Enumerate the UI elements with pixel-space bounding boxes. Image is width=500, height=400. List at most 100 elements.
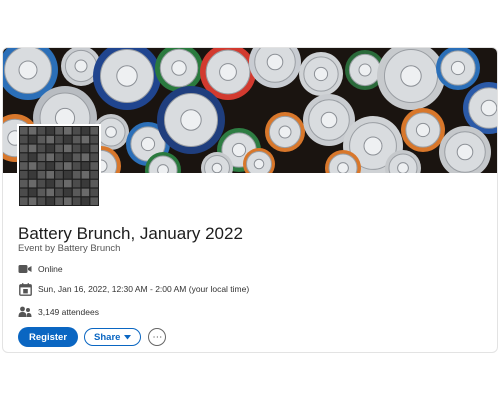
attendee-tile xyxy=(37,162,46,170)
attendee-tile xyxy=(28,144,37,153)
attendee-tile xyxy=(72,127,81,135)
attendee-tile xyxy=(81,171,90,179)
attendee-tile xyxy=(64,171,72,179)
attendee-tile xyxy=(55,162,63,170)
event-card: Battery Brunch, January 2022 Event by Ba… xyxy=(2,47,498,353)
attendee-tile xyxy=(28,179,37,188)
attendee-tile xyxy=(20,197,28,205)
attendee-tile xyxy=(72,179,81,188)
battery-cell-20 xyxy=(401,108,445,152)
attendee-tile xyxy=(55,153,63,161)
event-attendees[interactable]: 3,149 attendees xyxy=(38,307,99,317)
attendee-tile xyxy=(37,144,46,153)
attendee-tile xyxy=(55,197,63,205)
attendee-tile xyxy=(28,188,37,197)
calendar-icon xyxy=(18,282,32,296)
attendee-tile xyxy=(81,197,90,205)
byline-prefix: Event by xyxy=(18,243,55,254)
attendee-tile xyxy=(37,153,46,161)
attendee-tile xyxy=(28,135,37,144)
event-logo[interactable] xyxy=(17,124,101,208)
caret-down-icon xyxy=(124,332,132,343)
attendee-tile xyxy=(55,188,63,197)
battery-cell-2 xyxy=(93,48,161,110)
attendee-tile xyxy=(64,144,72,153)
attendee-tile xyxy=(37,179,46,188)
attendee-tile xyxy=(20,153,28,161)
attendee-tile xyxy=(28,153,37,161)
attendee-tile xyxy=(28,171,37,179)
attendee-tile xyxy=(28,197,37,205)
event-datetime-row: Sun, Jan 16, 2022, 12:30 AM - 2:00 AM (y… xyxy=(18,281,249,297)
attendee-tile xyxy=(81,127,90,135)
attendee-tile xyxy=(90,179,98,188)
attendee-tile xyxy=(46,197,54,205)
attendee-tile xyxy=(20,127,28,135)
event-format: Online xyxy=(38,264,63,274)
attendee-tile xyxy=(90,188,98,197)
attendee-tile xyxy=(81,162,90,170)
attendee-tile xyxy=(37,188,46,197)
attendee-tile xyxy=(81,179,90,188)
attendee-tile xyxy=(46,179,54,188)
attendee-tile xyxy=(46,144,54,153)
attendee-tile xyxy=(64,135,72,144)
battery-cell-15 xyxy=(157,86,225,154)
attendee-tile xyxy=(55,144,63,153)
attendee-grid-thumbnail xyxy=(20,127,98,205)
attendee-tile xyxy=(46,153,54,161)
more-options-button[interactable]: ⋯ xyxy=(148,328,167,346)
event-attendees-row: 3,149 attendees xyxy=(18,304,99,320)
attendee-tile xyxy=(90,162,98,170)
attendee-tile xyxy=(37,171,46,179)
attendee-tile xyxy=(20,162,28,170)
attendee-tile xyxy=(20,188,28,197)
attendee-tile xyxy=(72,135,81,144)
battery-cell-6 xyxy=(299,52,343,96)
attendee-tile xyxy=(81,188,90,197)
battery-cell-5 xyxy=(249,48,301,88)
battery-cell-17 xyxy=(265,112,305,152)
event-format-row: Online xyxy=(18,261,63,277)
attendee-tile xyxy=(28,127,37,135)
attendee-tile xyxy=(37,127,46,135)
attendee-tile xyxy=(72,171,81,179)
attendee-tile xyxy=(20,179,28,188)
attendee-tile xyxy=(64,197,72,205)
attendee-tile xyxy=(64,153,72,161)
attendee-tile xyxy=(64,188,72,197)
event-actions: Register Share ⋯ xyxy=(18,327,167,347)
battery-cell-3 xyxy=(155,48,203,92)
event-datetime: Sun, Jan 16, 2022, 12:30 AM - 2:00 AM (y… xyxy=(38,284,250,294)
attendee-tile xyxy=(46,188,54,197)
organizer-link[interactable]: Battery Brunch xyxy=(58,243,121,254)
attendee-tile xyxy=(81,144,90,153)
attendee-tile xyxy=(55,179,63,188)
attendee-tile xyxy=(64,162,72,170)
attendee-tile xyxy=(81,153,90,161)
attendee-tile xyxy=(20,144,28,153)
attendee-tile xyxy=(90,135,98,144)
attendee-tile xyxy=(72,153,81,161)
attendee-tile xyxy=(90,171,98,179)
attendee-tile xyxy=(81,135,90,144)
attendee-tile xyxy=(55,127,63,135)
register-button[interactable]: Register xyxy=(18,327,79,347)
battery-cell-8 xyxy=(377,48,445,110)
attendee-tile xyxy=(20,135,28,144)
attendee-tile xyxy=(28,162,37,170)
attendee-tile xyxy=(20,171,28,179)
attendee-tile xyxy=(72,162,81,170)
attendee-tile xyxy=(46,135,54,144)
video-camera-icon xyxy=(18,262,32,276)
attendee-tile xyxy=(90,127,98,135)
attendee-tile xyxy=(90,153,98,161)
event-byline: Event by Battery Brunch xyxy=(18,243,120,254)
attendee-tile xyxy=(55,171,63,179)
attendee-tile xyxy=(46,127,54,135)
attendee-tile xyxy=(72,144,81,153)
attendee-tile xyxy=(64,179,72,188)
battery-cell-9 xyxy=(436,48,480,90)
attendee-tile xyxy=(46,171,54,179)
share-button[interactable]: Share xyxy=(84,328,142,346)
